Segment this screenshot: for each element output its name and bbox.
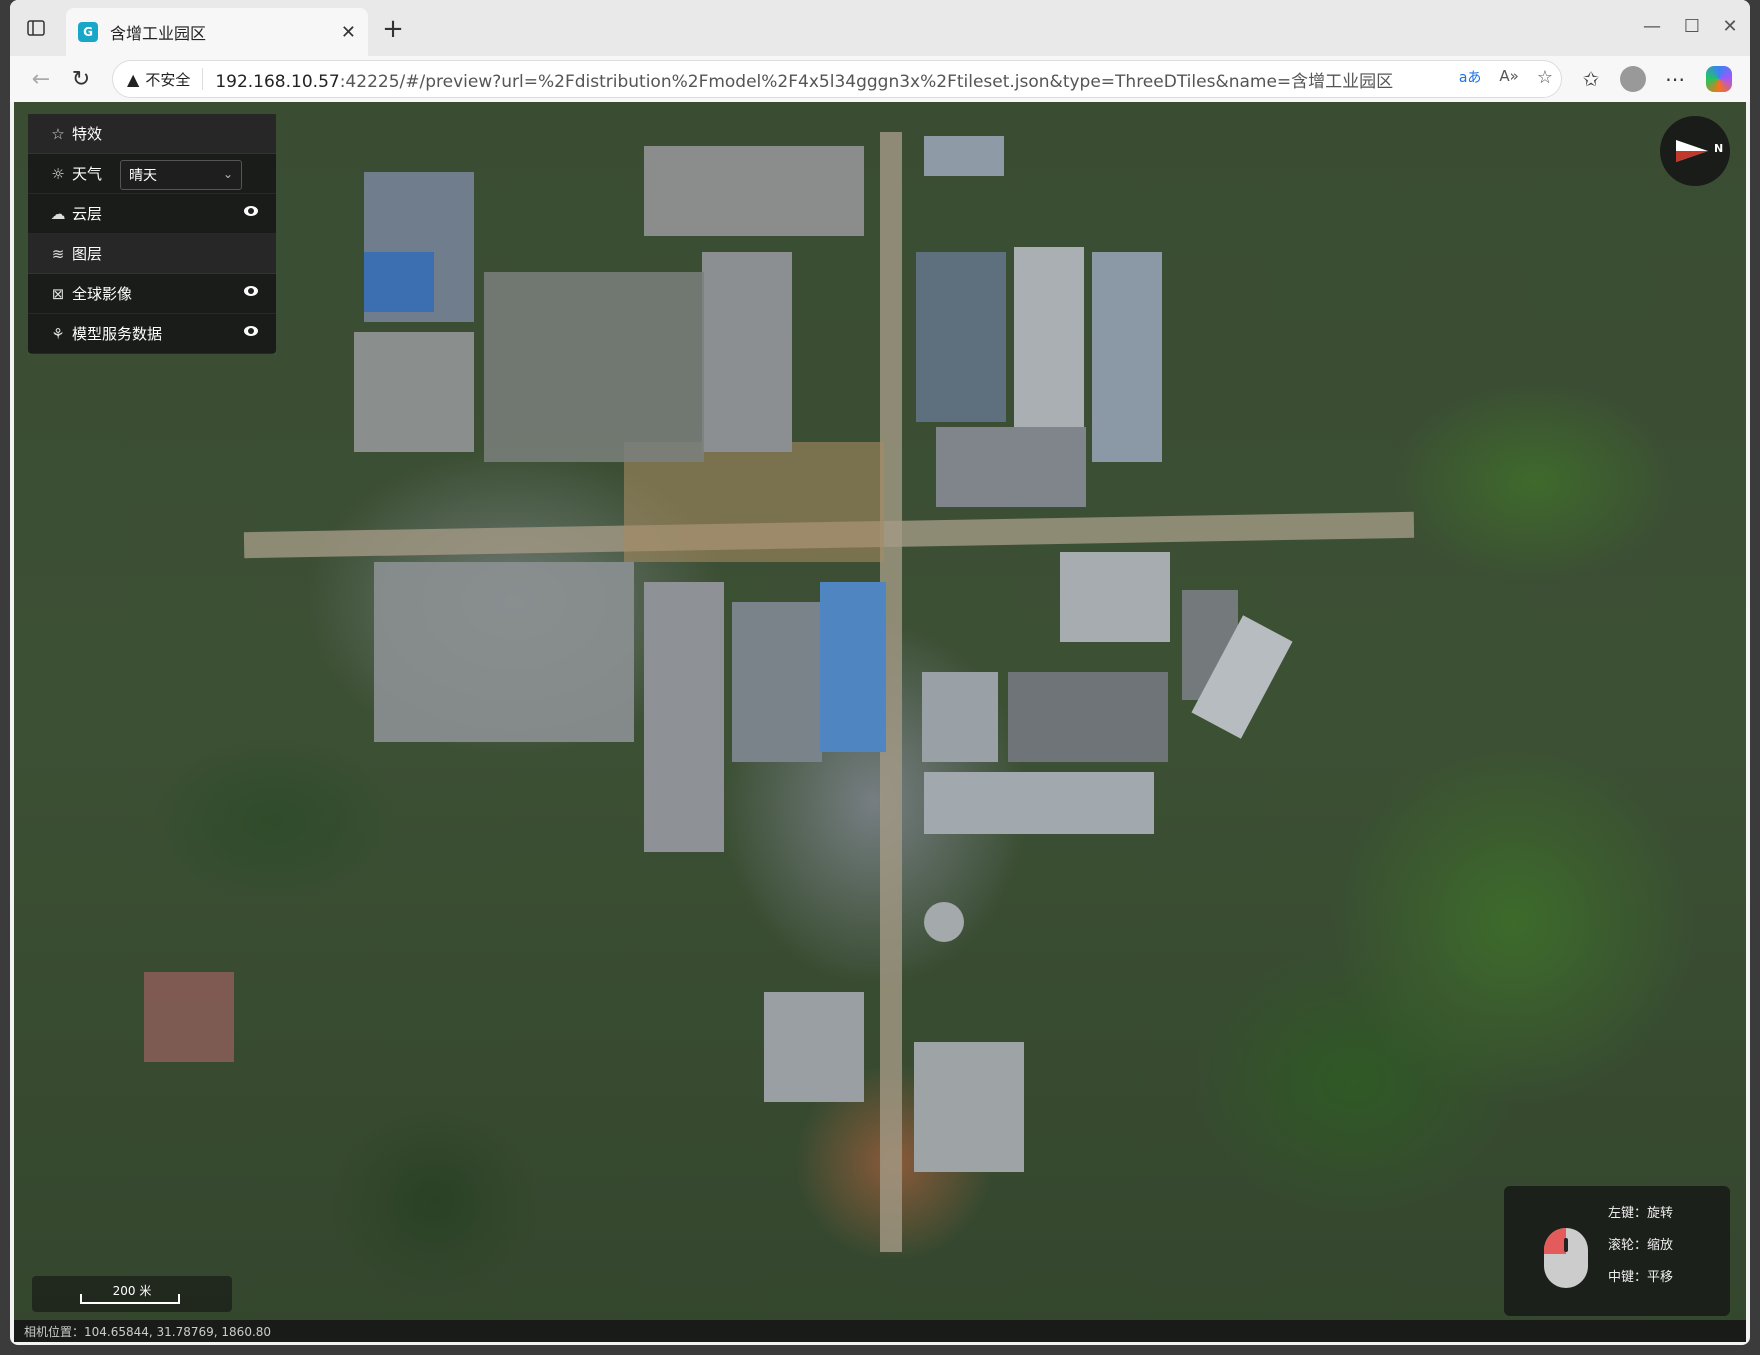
model-icon: ⚘ [51,324,65,343]
url-rest: :42225/#/preview?url=%2Fdistribution%2Fm… [339,71,1394,92]
help-middle-click: 中键：平移 [1608,1270,1674,1285]
layers-label: 图层 [72,245,103,263]
close-window-button[interactable]: ✕ [1710,12,1750,40]
scale-ruler [80,1294,180,1304]
map-viewport[interactable]: ☆ 特效 ☼ 天气 晴天 ⌄ ☁ 云层 ≋ 图层 ⊠ 全球影像 ⚘ 模型服务数据… [14,102,1746,1342]
building [1092,252,1162,462]
model-label: 模型服务数据 [72,325,163,343]
security-indicator[interactable]: ▲ 不安全 [127,68,204,90]
profile-button[interactable] [1618,64,1648,94]
building [732,602,822,762]
avatar [1620,66,1646,92]
building [702,252,792,452]
building [374,562,634,742]
weather-label: 天气 [72,165,103,183]
tab-bar: G 含增工业园区 ✕ + — ☐ ✕ [10,0,1750,56]
building [922,672,998,762]
url-host: 192.168.10.57 [215,71,340,92]
visibility-eye-icon[interactable] [244,206,258,216]
visibility-eye-icon[interactable] [244,326,258,336]
building-blue [364,252,434,312]
tab-actions-button[interactable] [22,14,50,42]
building [914,1042,1024,1172]
tab-active[interactable]: G 含增工业园区 ✕ [66,8,368,56]
tab-close-icon[interactable]: ✕ [341,22,356,43]
building [484,272,704,462]
compass-widget[interactable]: N [1660,116,1730,186]
weather-value: 晴天 [129,168,157,184]
copilot-icon [1706,66,1732,92]
refresh-button[interactable]: ↻ [66,64,96,94]
compass-north-label: N [1714,142,1724,155]
compass-needle-south-icon [1676,151,1708,162]
maximize-button[interactable]: ☐ [1672,12,1712,40]
help-left-click: 左键：旋转 [1608,1206,1674,1221]
effects-label: 特效 [72,125,103,143]
more-menu-button[interactable]: ⋯ [1660,64,1690,94]
building [924,136,1004,176]
clouds-label: 云层 [72,205,103,223]
translate-icon[interactable]: aあ [1459,67,1482,88]
control-panel: ☆ 特效 ☼ 天气 晴天 ⌄ ☁ 云层 ≋ 图层 ⊠ 全球影像 ⚘ 模型服务数据 [28,114,276,354]
building [644,582,724,852]
building [644,146,864,236]
favorites-button[interactable]: ✩ [1576,64,1606,94]
housing-block [144,972,234,1062]
imagery-icon: ⊠ [51,284,65,303]
browser-toolbar: ← ↻ ▲ 不安全 192.168.10.57:42225/#/preview?… [10,56,1750,102]
browser-window: G 含增工业园区 ✕ + — ☐ ✕ ← ↻ ▲ 不安全 192.168.10.… [10,0,1750,1345]
tab-title: 含增工业园区 [110,24,207,43]
security-label: 不安全 [145,70,191,89]
building [936,427,1086,507]
mouse-icon [1544,1228,1588,1288]
building [354,332,474,452]
warning-icon: ▲ [127,69,140,89]
tank [924,902,964,942]
scale-bar: 200 米 [32,1276,232,1312]
favorite-star-icon[interactable]: ☆ [1537,67,1553,88]
layers-icon: ≋ [51,244,65,263]
camera-status: 相机位置：104.65844, 31.78769, 1860.80 [14,1320,1746,1342]
building [924,772,1154,834]
imagery-row[interactable]: ⊠ 全球影像 [28,274,276,314]
building [1060,552,1170,642]
building [1008,672,1168,762]
read-aloud-icon[interactable]: A» [1499,67,1518,88]
model-row[interactable]: ⚘ 模型服务数据 [28,314,276,354]
layers-header[interactable]: ≋ 图层 [28,234,276,274]
back-button[interactable]: ← [26,64,56,94]
weather-select[interactable]: 晴天 ⌄ [120,160,242,190]
building-blue [820,582,886,752]
weather-row: ☼ 天气 晴天 ⌄ [28,154,276,194]
building [764,992,864,1102]
new-tab-button[interactable]: + [378,14,408,44]
clouds-row[interactable]: ☁ 云层 [28,194,276,234]
imagery-label: 全球影像 [72,285,133,303]
sparkle-icon: ☆ [51,124,65,143]
effects-header[interactable]: ☆ 特效 [28,114,276,154]
copilot-button[interactable] [1704,64,1734,94]
cloud-icon: ☁ [50,204,66,223]
minimize-button[interactable]: — [1632,12,1672,40]
mouse-help-panel: 左键：旋转 滚轮：缩放 中键：平移 [1504,1186,1730,1316]
help-wheel: 滚轮：缩放 [1608,1238,1674,1253]
url-text[interactable]: 192.168.10.57:42225/#/preview?url=%2Fdis… [215,67,1393,92]
sun-icon: ☼ [51,164,65,183]
building [916,252,1006,422]
visibility-eye-icon[interactable] [244,286,258,296]
tab-actions-icon [27,20,45,36]
chevron-down-icon: ⌄ [222,167,233,181]
address-bar[interactable]: ▲ 不安全 192.168.10.57:42225/#/preview?url=… [112,60,1562,98]
favicon-icon: G [78,22,98,42]
